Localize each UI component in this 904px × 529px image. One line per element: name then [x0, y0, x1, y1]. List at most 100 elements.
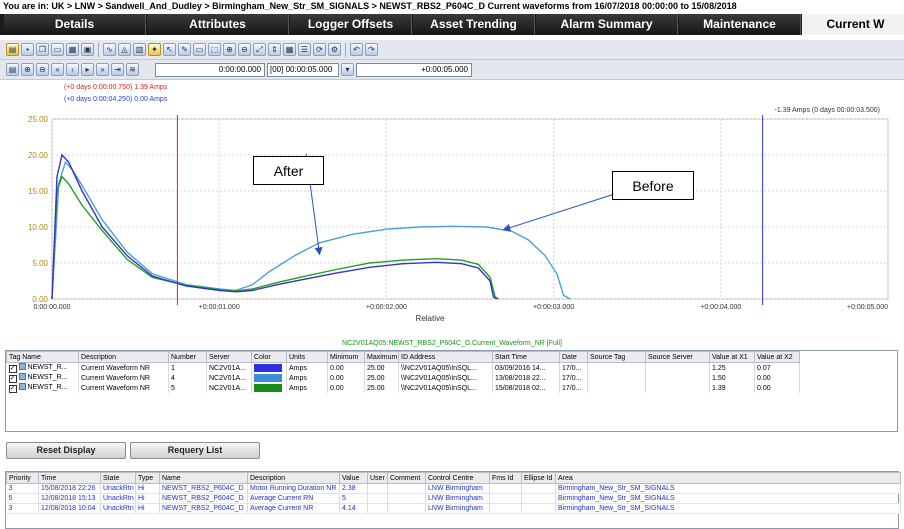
live-icon[interactable]: ≋: [126, 63, 139, 76]
column-header[interactable]: Type: [135, 472, 160, 484]
save-icon[interactable]: ▪: [21, 43, 34, 56]
properties-icon[interactable]: ▦: [66, 43, 79, 56]
zoom-out-icon[interactable]: ⊖: [238, 43, 251, 56]
column-header[interactable]: Minimum: [327, 351, 365, 363]
end-icon[interactable]: ⇥: [111, 63, 124, 76]
time-end-field[interactable]: +0:00:05.000: [356, 62, 472, 77]
table-row[interactable]: 3 15/08/2018 22:26 UnackRtn Hi NEWST_RBS2_P6…: [6, 483, 901, 494]
tag-name-cell[interactable]: ✓ NEWST_R...: [6, 383, 79, 393]
column-header[interactable]: Value at X2: [754, 351, 800, 363]
column-header[interactable]: Start Time: [492, 351, 560, 363]
column-header[interactable]: Comment: [387, 472, 426, 484]
reset-display-button[interactable]: Reset Display: [6, 442, 126, 459]
color-swatch[interactable]: [254, 374, 282, 382]
chart-bar-icon[interactable]: ▥: [133, 43, 146, 56]
tag-name-cell[interactable]: ✓ NEWST_R...: [6, 362, 79, 373]
settings-icon[interactable]: ⚙: [328, 43, 341, 56]
time-span-select[interactable]: [00] 00:00:05.000: [267, 62, 339, 77]
redo-icon[interactable]: ↷: [365, 43, 378, 56]
tab-alarm-summary[interactable]: Alarm Summary: [536, 14, 678, 35]
column-header[interactable]: Area: [555, 472, 901, 484]
column-header[interactable]: Server: [206, 351, 252, 363]
tab-details[interactable]: Details: [4, 14, 146, 35]
legend-icon[interactable]: ☰: [298, 43, 311, 56]
tab-asset-trending[interactable]: Asset Trending: [413, 14, 535, 35]
column-header[interactable]: Value: [339, 472, 368, 484]
checkbox[interactable]: ✓: [8, 365, 17, 373]
table-row[interactable]: ✓ NEWST_R... Current Waveform NR 4 NC2V01A..…: [6, 373, 800, 383]
column-header[interactable]: Units: [286, 351, 328, 363]
tab-maintenance[interactable]: Maintenance: [679, 14, 801, 35]
column-header[interactable]: Priority: [6, 472, 39, 484]
requery-list-button[interactable]: Requery List: [130, 442, 260, 459]
cell-source_server: [645, 362, 710, 373]
window-icon[interactable]: ▭: [193, 43, 206, 56]
cell-source_tag: [587, 373, 646, 383]
zoom-in-icon[interactable]: ⊕: [223, 43, 236, 56]
time-options-icon[interactable]: ▤: [6, 63, 19, 76]
grid-icon[interactable]: ▦: [283, 43, 296, 56]
table-row[interactable]: ✓ NEWST_R... Current Waveform NR 5 NC2V01A..…: [6, 383, 800, 393]
column-header[interactable]: Date: [559, 351, 588, 363]
play-icon[interactable]: ▸: [81, 63, 94, 76]
column-header[interactable]: ID Address: [398, 351, 493, 363]
zoom-time-out-icon[interactable]: ⊖: [36, 63, 49, 76]
open-folder-icon[interactable]: ▤: [6, 43, 19, 56]
zoom-time-in-icon[interactable]: ⊕: [21, 63, 34, 76]
fast-forward-icon[interactable]: »: [96, 63, 109, 76]
column-header[interactable]: Time: [38, 472, 101, 484]
tab-attributes[interactable]: Attributes: [147, 14, 289, 35]
cell-source_tag: [587, 383, 646, 393]
tab-logger-offsets[interactable]: Logger Offsets: [290, 14, 412, 35]
column-header[interactable]: Maximum: [364, 351, 399, 363]
color-swatch[interactable]: [254, 364, 282, 372]
fit-icon[interactable]: ⤢: [253, 43, 266, 56]
chart-area-icon[interactable]: ◬: [118, 43, 131, 56]
column-header[interactable]: Color: [251, 351, 287, 363]
column-header[interactable]: Number: [168, 351, 207, 363]
column-header[interactable]: User: [367, 472, 388, 484]
column-header[interactable]: Value at X1: [709, 351, 755, 363]
column-header[interactable]: Description: [78, 351, 169, 363]
column-header[interactable]: Source Tag: [587, 351, 646, 363]
copy-icon[interactable]: ❐: [36, 43, 49, 56]
highlight-icon[interactable]: ✦: [148, 43, 161, 56]
table-row[interactable]: ✓ NEWST_R... Current Waveform NR 1 NC2V01A..…: [6, 362, 800, 373]
rewind-icon[interactable]: «: [51, 63, 64, 76]
checkbox[interactable]: ✓: [8, 385, 17, 393]
column-header[interactable]: Description: [247, 472, 340, 484]
table-row[interactable]: 5 12/08/2018 15:13 UnackRtn Hi NEWST_RBS2_P6…: [6, 493, 901, 504]
waveform-chart[interactable]: 0.00 5.00 10.00 15.00 20.00 25.00 0:00:00.000 +…: [0, 81, 904, 339]
pen-icon[interactable]: ✎: [178, 43, 191, 56]
refresh-icon[interactable]: ⟳: [313, 43, 326, 56]
chart-canvas[interactable]: 0.00 5.00 10.00 15.00 20.00 25.00 0:00:00.000 +…: [0, 81, 904, 339]
x-axis-label: Relative: [416, 314, 445, 323]
color-cell[interactable]: [251, 373, 287, 383]
cell-date: 17/0...: [559, 362, 588, 373]
cursor-icon[interactable]: ↖: [163, 43, 176, 56]
column-header[interactable]: Control Centre: [425, 472, 490, 484]
chevron-down-icon[interactable]: ▾: [341, 63, 354, 76]
select-icon[interactable]: ⬚: [208, 43, 221, 56]
color-cell[interactable]: [251, 362, 287, 373]
time-start-field[interactable]: 0:00:00.000: [155, 62, 265, 77]
tab-current-w[interactable]: Current W: [802, 14, 904, 35]
column-header[interactable]: Source Server: [645, 351, 710, 363]
column-header[interactable]: State: [100, 472, 136, 484]
checkbox[interactable]: ✓: [8, 375, 17, 383]
step-back-icon[interactable]: ‹: [66, 63, 79, 76]
chart-line-icon[interactable]: ∿: [103, 43, 116, 56]
tag-name-cell[interactable]: ✓ NEWST_R...: [6, 373, 79, 383]
color-cell[interactable]: [251, 383, 287, 393]
column-header[interactable]: Ellipse Id: [521, 472, 556, 484]
column-header[interactable]: Tag Name: [6, 351, 79, 363]
column-header[interactable]: Fms Id: [489, 472, 522, 484]
print-icon[interactable]: ▭: [51, 43, 64, 56]
color-swatch[interactable]: [254, 384, 282, 392]
scale-icon[interactable]: ⇕: [268, 43, 281, 56]
column-header[interactable]: Name: [159, 472, 248, 484]
export-icon[interactable]: ▣: [81, 43, 94, 56]
undo-icon[interactable]: ↶: [350, 43, 363, 56]
table-row[interactable]: 3 12/08/2018 10:04 UnackRtn Hi NEWST_RBS2_P6…: [6, 503, 901, 514]
cell-type: Hi: [135, 503, 160, 514]
